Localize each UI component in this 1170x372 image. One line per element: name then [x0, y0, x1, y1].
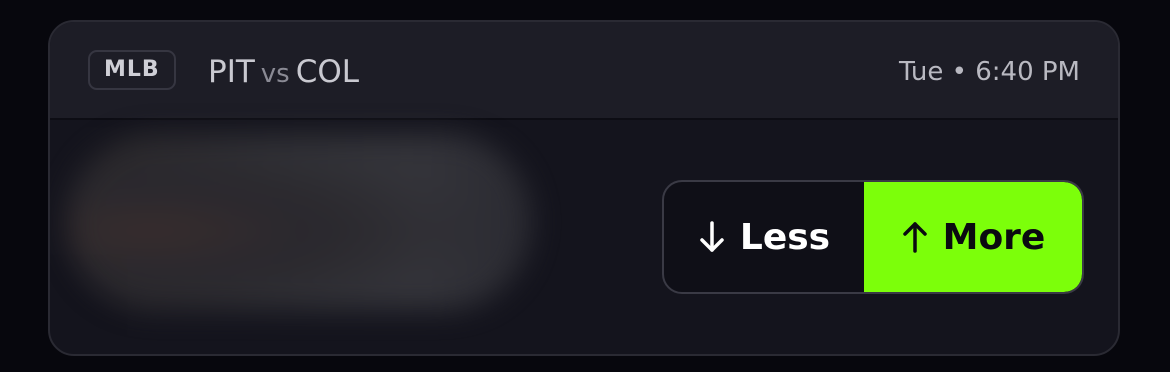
vs-label: vs [260, 59, 290, 89]
more-label: More [942, 216, 1046, 258]
less-button[interactable]: Less [664, 182, 864, 292]
game-time: Tue • 6:40 PM [898, 57, 1080, 87]
arrow-down-icon [700, 221, 724, 252]
less-label: Less [739, 216, 831, 258]
team-away: COL [295, 54, 360, 90]
more-button[interactable]: More [864, 182, 1082, 292]
blurred-player-image [66, 134, 532, 310]
team-home: PIT [208, 54, 255, 90]
league-badge: MLB [88, 50, 176, 90]
card-header: MLB PIT vs COL Tue • 6:40 PM [50, 22, 1118, 120]
pick-toggle: Less More [662, 180, 1084, 294]
arrow-up-icon [902, 222, 927, 253]
matchup: PIT vs COL [208, 50, 359, 94]
game-card: MLB PIT vs COL Tue • 6:40 PM Less More [48, 20, 1120, 356]
